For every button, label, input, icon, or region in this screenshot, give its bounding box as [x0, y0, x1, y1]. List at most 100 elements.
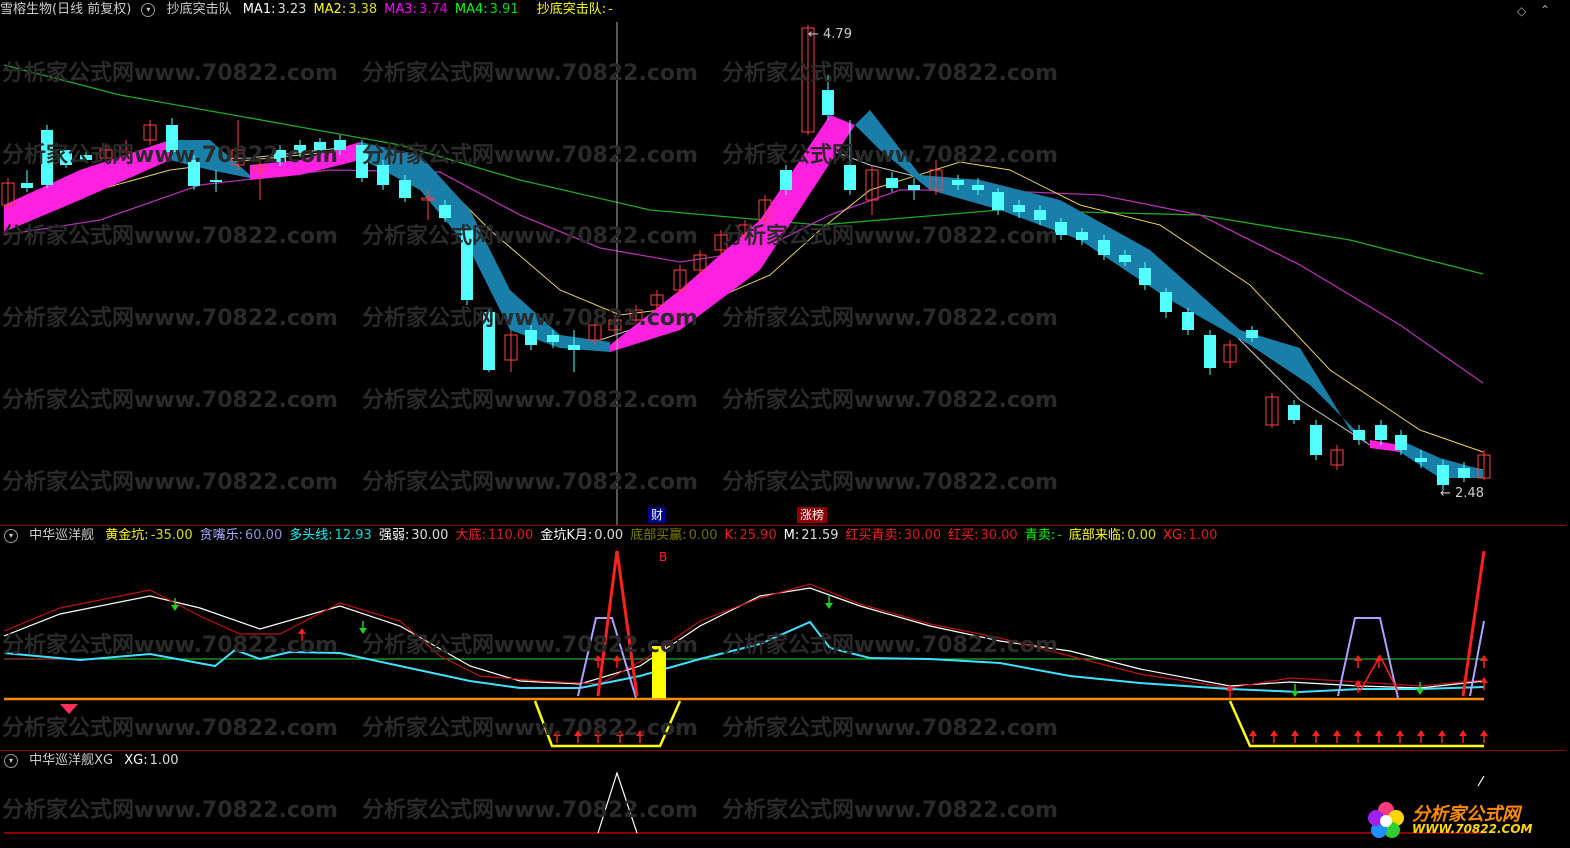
candle-body: [1204, 335, 1216, 368]
buy-arrow: [1291, 730, 1299, 736]
buy-arrow: [1354, 655, 1362, 661]
ma-value: 3.74: [418, 2, 448, 17]
candle-body: [844, 165, 856, 190]
main-header: 雪榕生物(日线 前复权) ▾ 抄底突击队 MA1: 3.23 MA2: 3.38 MA3…: [0, 0, 620, 20]
candle-body: [822, 90, 834, 115]
candle-body: [60, 150, 72, 165]
sell-arrow: [359, 628, 367, 634]
buy-arrow: [1333, 730, 1341, 736]
sub-indicator-panel[interactable]: B ▾ 中华巡洋舰 黄金坑: -35.00 贪嘴乐: 60.00 多头线: 12.93 强弱…: [0, 526, 1566, 750]
candle-body: [439, 205, 451, 218]
candle-body: [1076, 232, 1088, 240]
logo-url: WWW.70822.COM: [1412, 822, 1533, 836]
buy-arrow: [1354, 730, 1362, 736]
buy-arrow: [1312, 730, 1320, 736]
candle-body: [1119, 255, 1131, 262]
buy-arrow: [1354, 680, 1362, 686]
candle-body: [1246, 330, 1258, 338]
candle-body: [1013, 205, 1025, 212]
buy-arrow: [1480, 655, 1488, 661]
candle-body: [166, 125, 178, 152]
chevron-down-icon[interactable]: ▾: [4, 528, 18, 543]
site-logo: 分析家公式网 WWW.70822.COM: [1362, 798, 1552, 842]
up-chevron-icon[interactable]: ⌃: [1540, 3, 1550, 17]
buy-arrow: [1417, 730, 1425, 736]
k-line: [3, 583, 1485, 689]
down-ribbon: [855, 110, 1370, 445]
candle-body: [1098, 240, 1110, 255]
signal-label: 抄底突击队:: [536, 2, 607, 17]
buy-arrow: [594, 730, 602, 736]
sub1-label: 金坑K月:: [540, 528, 593, 543]
sub1-value: 12.93: [334, 528, 372, 543]
sub1-value: 30.00: [980, 528, 1018, 543]
candle-body: [1310, 425, 1322, 455]
sub1-name[interactable]: 中华巡洋舰: [29, 528, 94, 543]
candle-body: [1437, 465, 1449, 485]
candle-body: [399, 180, 411, 198]
sub1-label: XG:: [1163, 528, 1187, 543]
xg-signal-line: [597, 771, 638, 834]
ma-label: MA1:: [242, 2, 276, 17]
sub2-legend: XG: 1.00: [124, 753, 185, 768]
ma-label: MA2:: [313, 2, 347, 17]
buy-arrow: [298, 628, 306, 634]
sub2-name[interactable]: 中华巡洋舰XG: [29, 753, 113, 768]
candle-body: [568, 345, 580, 350]
ma-value: 3.38: [348, 2, 378, 17]
ma1-line: [3, 147, 1484, 471]
xg-indicator-panel[interactable]: ▾ 中华巡洋舰XG XG: 1.00 分析家公式网 WWW.70822.COM: [0, 751, 1566, 848]
golden-pit-bar: [652, 646, 666, 698]
warning-marker: [60, 704, 78, 714]
candle-body: [547, 335, 559, 342]
sub2-header: ▾ 中华巡洋舰XG XG: 1.00: [0, 751, 193, 771]
diamond-icon[interactable]: ◇: [1517, 4, 1526, 18]
candlestick-chart[interactable]: ← 4.79 ← 2.48: [0, 0, 1566, 525]
sub1-label: 大底:: [455, 528, 486, 543]
buy-arrow: [1480, 730, 1488, 736]
xg-chart[interactable]: [0, 751, 1566, 848]
main-chart-panel[interactable]: ← 4.79 ← 2.48 雪榕生物(日线 前复权) ▾ 抄底突击队 MA1: 3.…: [0, 0, 1566, 525]
candle-body: [1395, 435, 1407, 450]
indicator-chart[interactable]: B: [0, 526, 1566, 750]
candle-body: [188, 160, 200, 186]
chevron-down-icon[interactable]: ▾: [4, 753, 18, 768]
ma-value: 3.91: [489, 2, 519, 17]
candle-body: [525, 330, 537, 345]
sub1-legend: 黄金坑: -35.00 贪嘴乐: 60.00 多头线: 12.93 强弱: 30.00 大底: 1…: [105, 528, 1224, 543]
chevron-down-icon[interactable]: ▾: [141, 2, 156, 17]
xg-signal-line: [1477, 775, 1485, 787]
candle-body: [334, 140, 346, 150]
candle-body: [41, 130, 53, 185]
sell-arrow: [825, 603, 833, 609]
sub1-label: 黄金坑:: [105, 528, 149, 543]
ma-label: MA3:: [384, 2, 417, 17]
bull-line: [3, 620, 1485, 694]
ma-legend: MA1: 3.23 MA2: 3.38 MA3: 3.74 MA4: 3.91: [243, 2, 526, 17]
candle-body: [80, 155, 92, 160]
candle-body: [274, 150, 286, 162]
sub1-value: 30.00: [411, 528, 449, 543]
low-price-label: ← 2.48: [1440, 486, 1484, 501]
candle-body: [483, 312, 495, 370]
buy-marker: B: [659, 550, 667, 564]
badge-cai[interactable]: 财: [648, 507, 667, 523]
sub1-header: ▾ 中华巡洋舰 黄金坑: -35.00 贪嘴乐: 60.00 多头线: 12.93 强弱: 3…: [0, 526, 1231, 546]
flower-icon: [1368, 802, 1404, 838]
buy-arrow: [1249, 730, 1257, 736]
candle-body: [886, 178, 898, 188]
candle-body: [1415, 458, 1427, 462]
buy-arrow: [616, 730, 624, 736]
candle-body: [21, 183, 33, 188]
ma2-line: [3, 149, 1484, 453]
buy-arrow: [636, 730, 644, 736]
buy-arrow: [574, 730, 582, 736]
sub1-value: -: [1057, 528, 1062, 543]
indicator-name[interactable]: 抄底突击队: [167, 2, 232, 17]
buy-arrow: [594, 655, 602, 661]
candle-body: [1139, 268, 1151, 285]
sub1-label: 底部买赢:: [630, 528, 687, 543]
candle-body: [210, 180, 222, 182]
badge-zhangbang[interactable]: 涨榜: [797, 507, 828, 523]
buy-arrow: [1438, 730, 1446, 736]
